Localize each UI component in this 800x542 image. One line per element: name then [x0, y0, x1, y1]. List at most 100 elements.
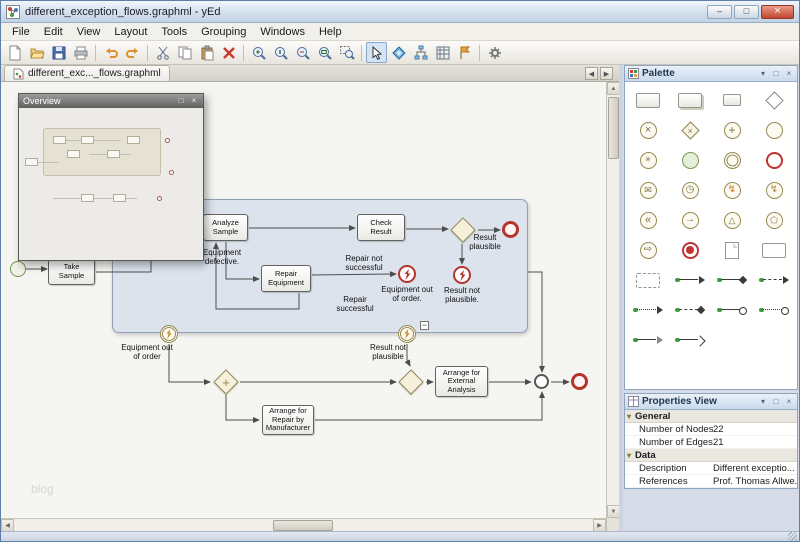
menu-file[interactable]: File [5, 25, 37, 39]
palette-item-edge-crowfoot[interactable] [669, 325, 711, 355]
palette-item-edge-dashed[interactable] [669, 295, 711, 325]
menu-view[interactable]: View [70, 25, 108, 39]
property-value[interactable]: Prof. Thomas Allwe... [713, 476, 797, 487]
vertical-scrollbar[interactable] [606, 82, 619, 518]
redo-button[interactable] [122, 42, 143, 63]
close-icon[interactable] [761, 5, 794, 19]
palette-pin-icon[interactable] [758, 70, 768, 78]
palette-item-rect-node-shadow[interactable] [669, 85, 711, 115]
tab-scroll-left-icon[interactable] [585, 67, 598, 80]
node-arrange-external-analysis[interactable]: Arrange for External Analysis [435, 366, 488, 397]
palette-item-edge-open[interactable] [627, 325, 669, 355]
palette-close-icon[interactable] [784, 70, 794, 78]
node-check-result[interactable]: Check Result [357, 214, 405, 241]
menu-grouping[interactable]: Grouping [194, 25, 253, 39]
palette-item-event-message[interactable] [627, 175, 669, 205]
minimize-icon[interactable] [707, 5, 732, 19]
menu-help[interactable]: Help [312, 25, 349, 39]
palette-item-edge-dotted[interactable] [627, 295, 669, 325]
properties-section-data[interactable]: Data [625, 449, 797, 462]
vertical-scroll-thumb[interactable] [608, 97, 619, 159]
palette-item-event-pentagon[interactable] [753, 205, 795, 235]
edge[interactable] [312, 274, 396, 275]
zoom-out-button[interactable] [292, 42, 313, 63]
open-button[interactable] [26, 42, 47, 63]
new-button[interactable] [4, 42, 25, 63]
palette-item-event-timer[interactable] [669, 175, 711, 205]
zoom-area-button[interactable] [336, 42, 357, 63]
palette-item-edge-circle[interactable] [753, 295, 795, 325]
grid-button[interactable] [432, 42, 453, 63]
tab-document[interactable]: different_exc..._flows.graphml [4, 65, 170, 81]
node-take-sample[interactable]: Take Sample [48, 259, 95, 285]
edge[interactable] [226, 395, 259, 420]
edge[interactable] [315, 392, 542, 420]
property-value[interactable]: Different exceptio... [713, 463, 797, 474]
palette-title-bar[interactable]: Palette [625, 66, 797, 82]
properties-pin-icon[interactable] [758, 398, 768, 406]
overview-maximize-icon[interactable] [176, 97, 186, 105]
settings-button[interactable] [484, 42, 505, 63]
copy-button[interactable] [174, 42, 195, 63]
palette-item-edge-plain[interactable] [711, 295, 753, 325]
print-button[interactable] [70, 42, 91, 63]
palette-item-group-node[interactable] [627, 265, 669, 295]
boundary-event-equipment[interactable] [160, 325, 178, 343]
palette-item-gateway-x[interactable] [669, 115, 711, 145]
diagram-canvas[interactable]: Take Sample Analyze Sample Check Result … [1, 82, 606, 518]
edit-mode-button[interactable] [366, 42, 387, 63]
boundary-event-result[interactable] [398, 325, 416, 343]
palette-item-document-node[interactable] [711, 235, 753, 265]
palette-item-event-plus[interactable] [711, 115, 753, 145]
node-arrange-repair-manufacturer[interactable]: Arrange for Repair by Manufacturer [262, 405, 314, 435]
palette-item-event-arrow[interactable] [627, 235, 669, 265]
palette-item-event-error[interactable] [711, 175, 753, 205]
tab-scroll-right-icon[interactable] [600, 67, 613, 80]
palette-item-rect-node-small[interactable] [711, 85, 753, 115]
zoom-in-button[interactable] [248, 42, 269, 63]
palette-item-event-star[interactable] [627, 145, 669, 175]
node-analyze-sample[interactable]: Analyze Sample [203, 214, 248, 241]
delete-button[interactable] [218, 42, 239, 63]
error-event-result[interactable] [453, 266, 471, 284]
palette-item-event-terminate[interactable] [669, 235, 711, 265]
horizontal-scrollbar[interactable] [1, 518, 606, 531]
merge-event[interactable] [534, 374, 549, 389]
edge[interactable] [528, 272, 542, 372]
error-event-equipment[interactable] [398, 265, 416, 283]
properties-close-icon[interactable] [784, 398, 794, 406]
palette-item-edge-diamond[interactable] [711, 265, 753, 295]
layout-button[interactable] [388, 42, 409, 63]
palette-item-event-red-ring[interactable] [753, 145, 795, 175]
cut-button[interactable] [152, 42, 173, 63]
overview-title-bar[interactable]: Overview [19, 94, 203, 108]
palette-item-event-double-ring[interactable] [711, 145, 753, 175]
palette-float-icon[interactable] [771, 70, 781, 78]
start-event[interactable] [10, 261, 26, 277]
maximize-icon[interactable] [734, 5, 759, 19]
palette-item-edge-standard[interactable] [669, 265, 711, 295]
palette-item-plain-rect-node[interactable] [753, 235, 795, 265]
palette-item-event-rewind[interactable] [627, 205, 669, 235]
overview-close-icon[interactable] [189, 97, 199, 105]
bookmark-button[interactable] [454, 42, 475, 63]
palette-item-diamond-node[interactable] [753, 85, 795, 115]
menu-edit[interactable]: Edit [37, 25, 70, 39]
properties-title-bar[interactable]: Properties View [625, 394, 797, 410]
fit-content-button[interactable] [314, 42, 335, 63]
palette-item-event-plain[interactable] [753, 115, 795, 145]
palette-item-event-filled[interactable] [669, 145, 711, 175]
palette-item-event-x[interactable] [627, 115, 669, 145]
palette-item-edge-arrow[interactable] [753, 265, 795, 295]
zoom-original-button[interactable] [270, 42, 291, 63]
menu-layout[interactable]: Layout [107, 25, 154, 39]
undo-button[interactable] [100, 42, 121, 63]
overview-thumbnail[interactable] [19, 108, 203, 260]
save-button[interactable] [48, 42, 69, 63]
horizontal-scroll-thumb[interactable] [273, 520, 333, 531]
properties-section-general[interactable]: General [625, 410, 797, 423]
palette-item-event-compensation[interactable] [753, 175, 795, 205]
node-repair-equipment[interactable]: Repair Equipment [261, 265, 311, 292]
palette-item-event-signal[interactable] [711, 205, 753, 235]
properties-float-icon[interactable] [771, 398, 781, 406]
